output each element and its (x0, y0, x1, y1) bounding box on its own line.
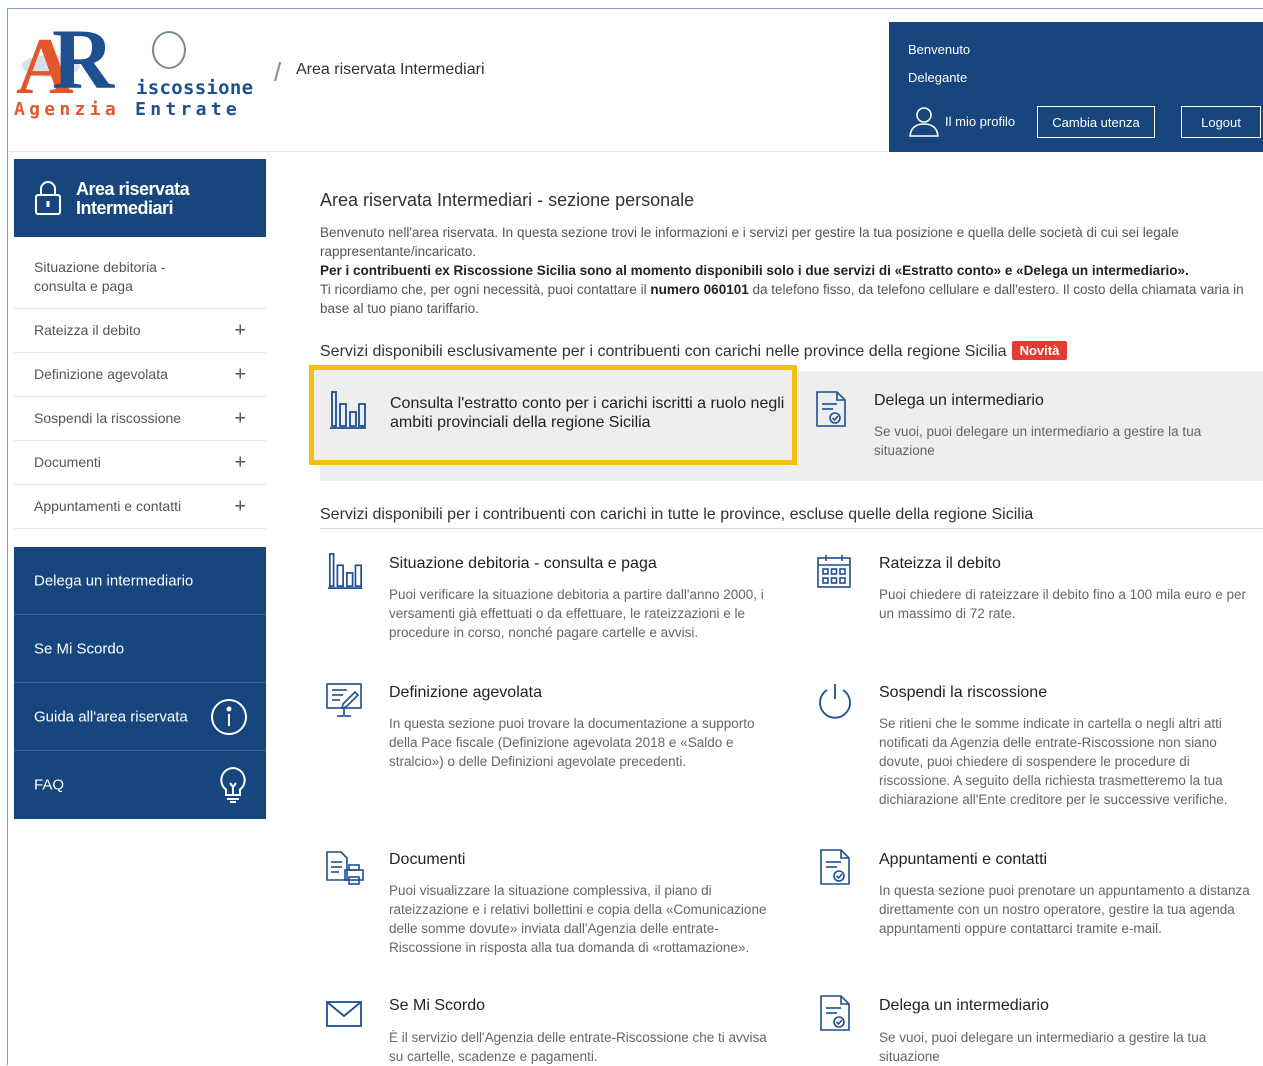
plus-icon[interactable]: + (234, 495, 246, 518)
document-check-icon (820, 849, 850, 885)
plus-icon[interactable]: + (234, 363, 246, 386)
calendar-icon (817, 555, 851, 588)
envelope-icon (326, 1001, 362, 1027)
user-panel: Benvenuto Delegante Il mio profilo Cambi… (889, 22, 1263, 152)
info-icon (211, 698, 247, 735)
plus-icon[interactable]: + (234, 451, 246, 474)
plus-icon[interactable]: + (234, 407, 246, 430)
bar-chart-icon (330, 391, 366, 429)
sidebar-item-sospendi[interactable]: Sospendi la riscossione + (14, 397, 266, 441)
sidebar-se-mi-scordo-button[interactable]: Se Mi Scordo (14, 615, 266, 683)
welcome-text: Benvenuto (908, 42, 971, 57)
breadcrumb-separator: / (274, 57, 282, 87)
sidebar-quick-links: Delega un intermediario Se Mi Scordo Gui… (14, 547, 266, 819)
profile-link[interactable]: Il mio profilo (907, 104, 1015, 138)
republic-emblem-icon (152, 31, 186, 69)
new-badge: Novità (1011, 341, 1068, 360)
logout-button[interactable]: Logout (1181, 106, 1261, 138)
sidebar-guida-button[interactable]: Guida all'area riservata (14, 683, 266, 751)
lightbulb-icon (220, 766, 246, 803)
breadcrumb[interactable]: Area riservata Intermediari (296, 61, 485, 79)
intro-text: Benvenuto nell'area riservata. In questa… (320, 225, 1244, 316)
sidebar-title: Area riservata Intermediari (76, 179, 190, 218)
sicily-section-title: Servizi disponibili esclusivamente per i… (320, 341, 1263, 365)
user-icon (909, 107, 939, 137)
lock-icon (35, 181, 61, 215)
change-user-button[interactable]: Cambia utenza (1037, 106, 1155, 138)
sidebar-item-documenti[interactable]: Documenti + (14, 441, 266, 485)
site-header: A R iscossione Agenzia Entrate / Area ri… (8, 9, 1263, 152)
sidebar-delega-button[interactable]: Delega un intermediario (14, 547, 266, 615)
document-check-icon (816, 391, 846, 427)
sicily-delega-card[interactable]: Delega un intermediario Se vuoi, puoi de… (810, 385, 1250, 470)
plus-icon[interactable]: + (234, 319, 246, 342)
sidebar-item-definizione[interactable]: Definizione agevolata + (14, 353, 266, 397)
monitor-pen-icon (326, 683, 362, 717)
document-check-icon (820, 995, 850, 1031)
user-role: Delegante (908, 70, 968, 85)
sidebar-item-rateizza[interactable]: Rateizza il debito + (14, 309, 266, 353)
bar-chart-icon (327, 553, 363, 589)
sicily-estratto-conto-card[interactable]: Consulta l'estratto conto per i carichi … (309, 365, 797, 465)
other-section-title: Servizi disponibili per i contribuenti c… (320, 506, 1263, 529)
sidebar-header[interactable]: Area riservata Intermediari (14, 159, 266, 237)
page-title: Area riservata Intermediari - sezione pe… (320, 190, 695, 210)
sidebar-faq-button[interactable]: FAQ (14, 751, 266, 819)
sidebar-menu: Situazione debitoria - consulta e paga R… (14, 244, 266, 529)
agenzia-riscossione-logo[interactable]: A R iscossione Agenzia Entrate (12, 16, 267, 127)
documents-printer-icon (326, 851, 364, 885)
sidebar-item-appuntamenti[interactable]: Appuntamenti e contatti + (14, 485, 266, 529)
power-icon (819, 684, 851, 719)
sidebar-item-situazione-debitoria[interactable]: Situazione debitoria - consulta e paga (14, 244, 266, 309)
